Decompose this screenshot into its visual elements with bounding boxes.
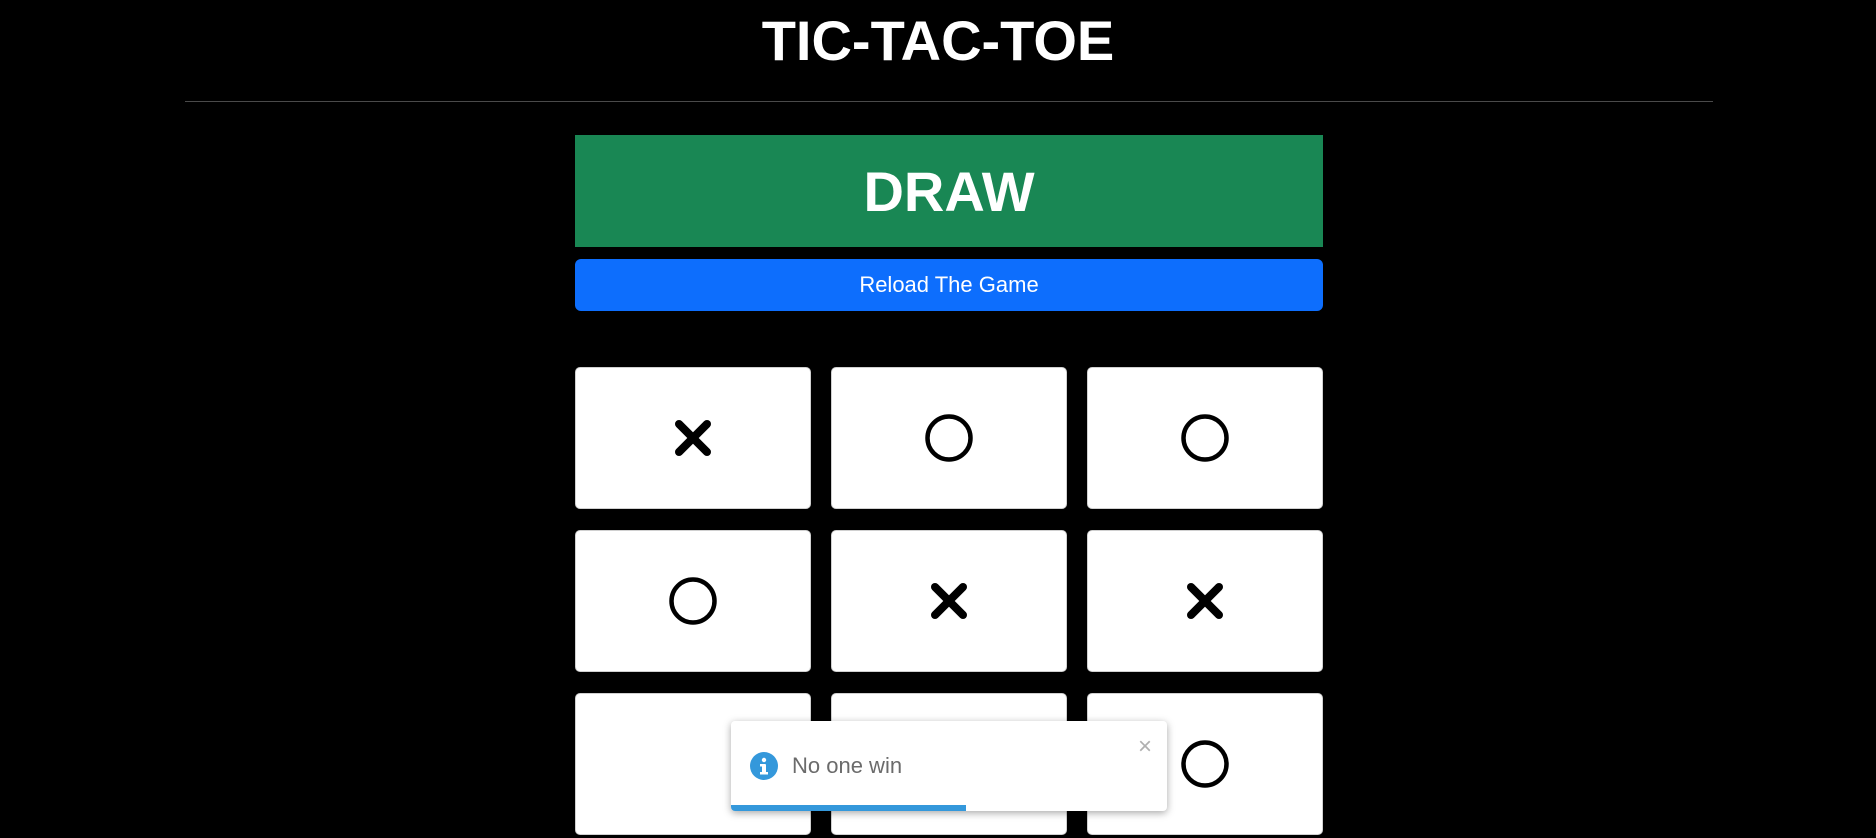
- toast-progress-fill: [731, 805, 967, 811]
- page: TIC-TAC-TOE DRAW Reload The Game No one …: [0, 0, 1876, 838]
- board-cell[interactable]: [1087, 367, 1323, 509]
- o-mark-icon: [925, 414, 973, 462]
- board-cell[interactable]: [575, 530, 811, 672]
- board-cell[interactable]: [831, 530, 1067, 672]
- toast-notification: No one win ×: [731, 721, 1167, 811]
- board-cell[interactable]: [575, 367, 811, 509]
- reload-game-button[interactable]: Reload The Game: [575, 259, 1323, 311]
- close-icon[interactable]: ×: [1135, 735, 1155, 759]
- board-cell[interactable]: [831, 367, 1067, 509]
- o-mark-icon: [1181, 414, 1229, 462]
- x-mark-icon: [675, 420, 711, 456]
- x-mark-icon: [1187, 583, 1223, 619]
- o-mark-icon: [1181, 740, 1229, 788]
- page-title: TIC-TAC-TOE: [761, 9, 1115, 72]
- game-status-banner: DRAW: [575, 135, 1323, 247]
- o-mark-icon: [669, 577, 717, 625]
- board-cell[interactable]: [1087, 530, 1323, 672]
- title-divider: [185, 101, 1713, 102]
- toast-progress-bar: [731, 805, 1167, 811]
- info-icon: [750, 752, 778, 780]
- toast-message: No one win: [792, 753, 903, 778]
- x-mark-icon: [931, 583, 967, 619]
